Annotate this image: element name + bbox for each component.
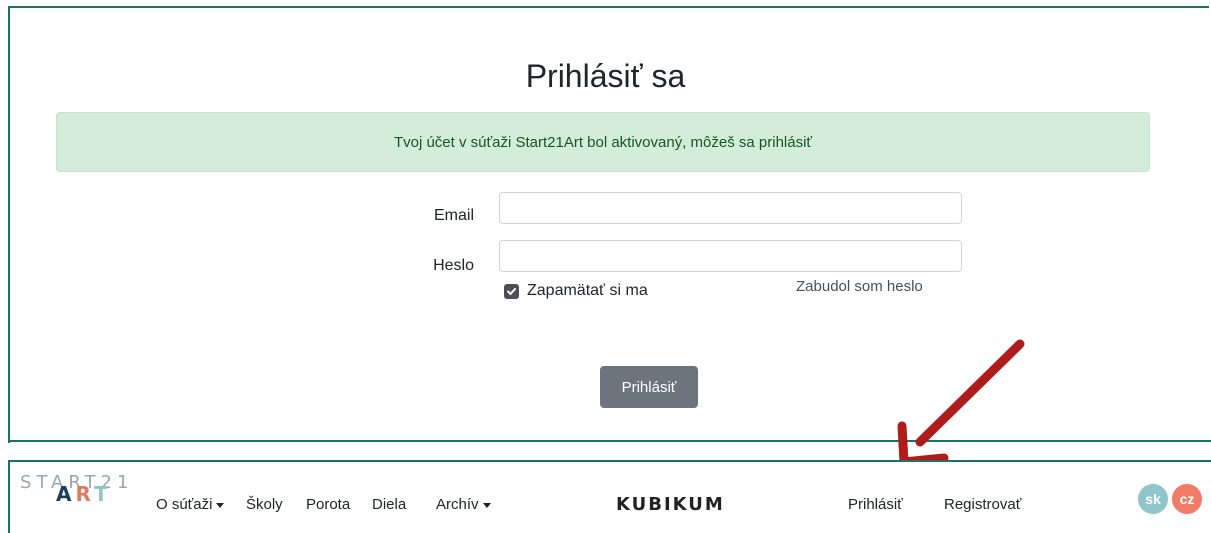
lang-sk-button[interactable]: sk [1138,484,1168,514]
caret-down-icon [216,502,225,508]
nav-login-link[interactable]: Prihlásiť [848,496,903,513]
forgot-password-link[interactable]: Zabudol som heslo [796,278,923,295]
lang-cz-button[interactable]: cz [1172,484,1202,514]
nav-item-porota[interactable]: Porota [306,496,350,513]
alert-text: Tvoj účet v súťaži Start21Art bol aktivo… [393,133,813,151]
email-label: Email [433,207,474,224]
success-alert: Tvoj účet v súťaži Start21Art bol aktivo… [56,112,1150,172]
nav-item-skoly[interactable]: Školy [246,496,283,513]
login-submit-button[interactable]: Prihlásiť [600,366,698,408]
password-label: Heslo [433,257,474,274]
nav-register-link[interactable]: Registrovať [944,496,1021,513]
logo-art-text: ART [56,482,112,506]
red-arrow-icon [897,339,1025,467]
caret-down-icon [482,502,491,508]
start21art-logo[interactable]: START21 ART [20,472,140,512]
kubikum-brand[interactable]: KUBIKUM [616,494,725,515]
password-field[interactable] [499,240,962,272]
remember-label: Zapamätať si ma [527,282,648,299]
check-icon [507,287,516,295]
nav-item-archiv[interactable]: Archív [436,496,491,513]
nav-item-o-sutazi[interactable]: O súťaži [156,496,225,513]
email-field[interactable] [499,192,962,224]
navbar: START21 ART O súťaži Školy Porota Diela … [8,460,1211,533]
remember-checkbox[interactable] [504,283,519,299]
page-title: Prihlásiť sa [525,58,686,94]
remember-me[interactable]: Zapamätať si ma [504,282,648,300]
nav-item-diela[interactable]: Diela [372,496,406,513]
